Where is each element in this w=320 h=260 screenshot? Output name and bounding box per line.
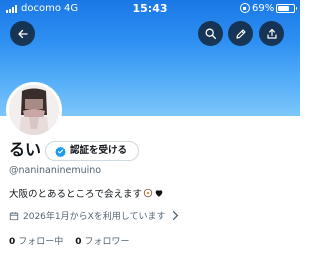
followers-link[interactable]: 0 フォロワー [75,234,129,247]
joined-date-text: 2026年1月からXを利用しています [23,212,166,222]
arrow-left-icon [17,29,28,38]
pencil-icon [235,28,246,39]
followers-label: フォロワー [84,237,130,247]
share-icon [266,28,277,39]
verified-badge-icon [55,146,66,157]
edit-profile-button[interactable] [228,21,253,46]
display-name: るい [9,140,42,159]
user-handle: @naninaninemuino [9,165,102,176]
profile-avatar[interactable] [6,82,62,138]
battery-icon [276,4,297,13]
joined-date[interactable]: 2026年1月からXを利用しています [9,209,179,222]
sparkle-emoji-icon [143,188,153,198]
rotation-lock-icon [240,3,250,13]
following-link[interactable]: 0 フォロー中 [9,234,63,247]
heart-emoji-icon [155,190,163,197]
calendar-icon [9,211,19,220]
status-bar: docomo 4G 15:43 69% [0,0,300,18]
followers-count: 0 [75,237,82,247]
search-icon [205,28,217,40]
get-verified-label: 認証を受ける [70,145,128,156]
get-verified-button[interactable]: 認証を受ける [45,141,139,161]
following-label: フォロー中 [18,237,64,247]
back-button[interactable] [10,21,35,46]
bio-text: 大阪のとあるところで会えます [9,189,143,200]
profile-bio: 大阪のとあるところで会えます [9,186,164,200]
avatar-photo-icon [9,85,59,135]
search-button[interactable] [198,21,223,46]
share-button[interactable] [259,21,284,46]
chevron-right-icon [172,211,178,220]
following-count: 0 [9,237,16,247]
battery-percent: 69% [252,3,275,14]
follow-stats: 0 フォロー中 0 フォロワー [9,234,130,247]
